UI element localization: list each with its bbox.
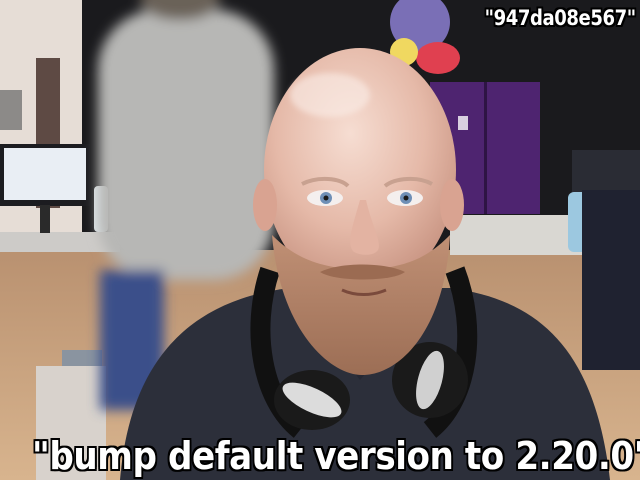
commit-message-caption: "bump default version to 2.20.0": [32, 434, 640, 478]
office-chair: [582, 190, 640, 370]
office-photo: [0, 0, 640, 480]
commit-hash-caption: "947da08e567": [484, 6, 637, 30]
meme-photo: "947da08e567" "bump default version to 2…: [0, 0, 640, 480]
wall-sign: [0, 90, 22, 130]
